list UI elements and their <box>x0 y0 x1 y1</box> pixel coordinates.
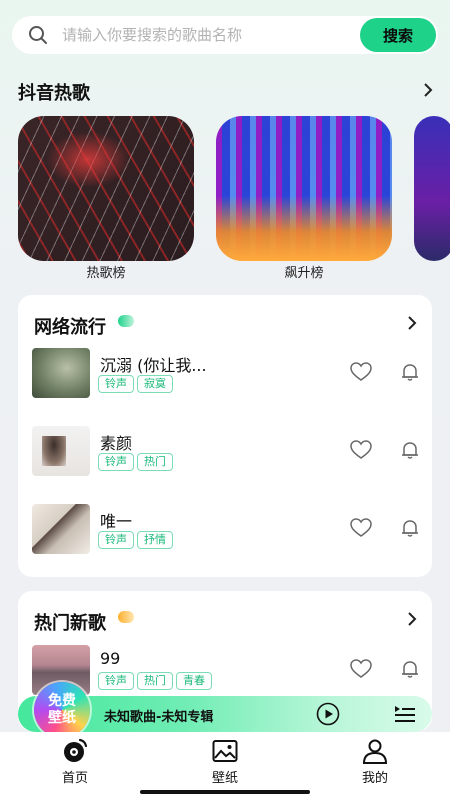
chevron-right-icon[interactable] <box>422 83 434 97</box>
free-wallpaper-badge[interactable]: 免费 壁纸 <box>34 682 90 738</box>
tag: 热门 <box>137 672 173 690</box>
bell-icon[interactable] <box>400 518 420 538</box>
list-item[interactable]: 沉溺 (你让我... 铃声 寂寞 <box>32 348 422 400</box>
tag: 寂寞 <box>137 375 173 393</box>
song-tags: 铃声 热门 <box>98 453 173 471</box>
image-icon <box>212 740 238 762</box>
nav-label-home: 首页 <box>61 771 88 786</box>
song-title: 素颜 <box>100 434 133 453</box>
song-tags: 铃声 热门 青春 <box>98 672 212 690</box>
song-title: 99 <box>100 649 121 668</box>
nav-item-wallpaper[interactable]: 壁纸 <box>185 736 265 786</box>
douyin-section-title: 抖音热歌 <box>18 83 90 104</box>
search-button[interactable]: 搜索 <box>360 18 436 52</box>
search-input[interactable] <box>62 16 357 54</box>
music-disc-icon <box>64 738 88 762</box>
network-section-title: 网络流行 <box>34 317 106 338</box>
badge-line-1: 免费 <box>48 693 76 709</box>
tag: 青春 <box>176 672 212 690</box>
user-icon <box>362 739 388 764</box>
nav-item-home[interactable]: 首页 <box>35 736 115 786</box>
search-icon <box>29 26 47 44</box>
chart-card-partial[interactable] <box>414 116 450 261</box>
now-playing-title: 未知歌曲-未知专辑 <box>104 710 214 725</box>
chart-card-rising[interactable] <box>216 116 392 261</box>
tag: 铃声 <box>98 375 134 393</box>
title-accent <box>118 315 134 327</box>
song-cover <box>32 348 90 398</box>
chevron-right-icon[interactable] <box>406 612 418 626</box>
bottom-nav: 首页 壁纸 我的 <box>0 732 450 786</box>
bell-icon[interactable] <box>400 362 420 382</box>
list-item[interactable]: 素颜 铃声 热门 <box>32 426 422 478</box>
list-item[interactable]: 唯一 铃声 抒情 <box>32 504 422 556</box>
heart-icon[interactable] <box>350 518 372 538</box>
home-indicator[interactable] <box>140 790 310 794</box>
song-title: 沉溺 (你让我... <box>100 356 207 375</box>
hot-new-section-title: 热门新歌 <box>34 613 106 634</box>
title-accent <box>118 611 134 623</box>
heart-icon[interactable] <box>350 362 372 382</box>
tag: 铃声 <box>98 672 134 690</box>
bell-icon[interactable] <box>400 659 420 679</box>
playlist-icon[interactable] <box>394 704 416 724</box>
song-cover <box>32 504 90 554</box>
song-tags: 铃声 抒情 <box>98 531 173 549</box>
chart-label-hot: 热歌榜 <box>86 266 126 281</box>
nav-label-profile: 我的 <box>361 771 388 786</box>
tag: 热门 <box>137 453 173 471</box>
chevron-right-icon[interactable] <box>406 316 418 330</box>
bell-icon[interactable] <box>400 440 420 460</box>
search-bar: 搜索 <box>12 16 438 54</box>
network-popular-card: 网络流行 沉溺 (你让我... 铃声 寂寞 素颜 铃声 热门 唯一 铃声 抒情 <box>18 295 432 577</box>
chart-card-hot[interactable] <box>18 116 194 261</box>
tag: 铃声 <box>98 453 134 471</box>
heart-icon[interactable] <box>350 440 372 460</box>
play-icon[interactable] <box>316 702 340 726</box>
heart-icon[interactable] <box>350 659 372 679</box>
chart-label-rising: 飙升榜 <box>284 266 324 281</box>
tag: 抒情 <box>137 531 173 549</box>
nav-item-profile[interactable]: 我的 <box>335 736 415 786</box>
song-title: 唯一 <box>100 512 133 531</box>
nav-label-wallpaper: 壁纸 <box>211 771 238 786</box>
list-item[interactable]: 99 铃声 热门 青春 <box>32 645 422 697</box>
song-cover <box>32 426 90 476</box>
song-tags: 铃声 寂寞 <box>98 375 173 393</box>
tag: 铃声 <box>98 531 134 549</box>
badge-line-2: 壁纸 <box>48 710 76 726</box>
